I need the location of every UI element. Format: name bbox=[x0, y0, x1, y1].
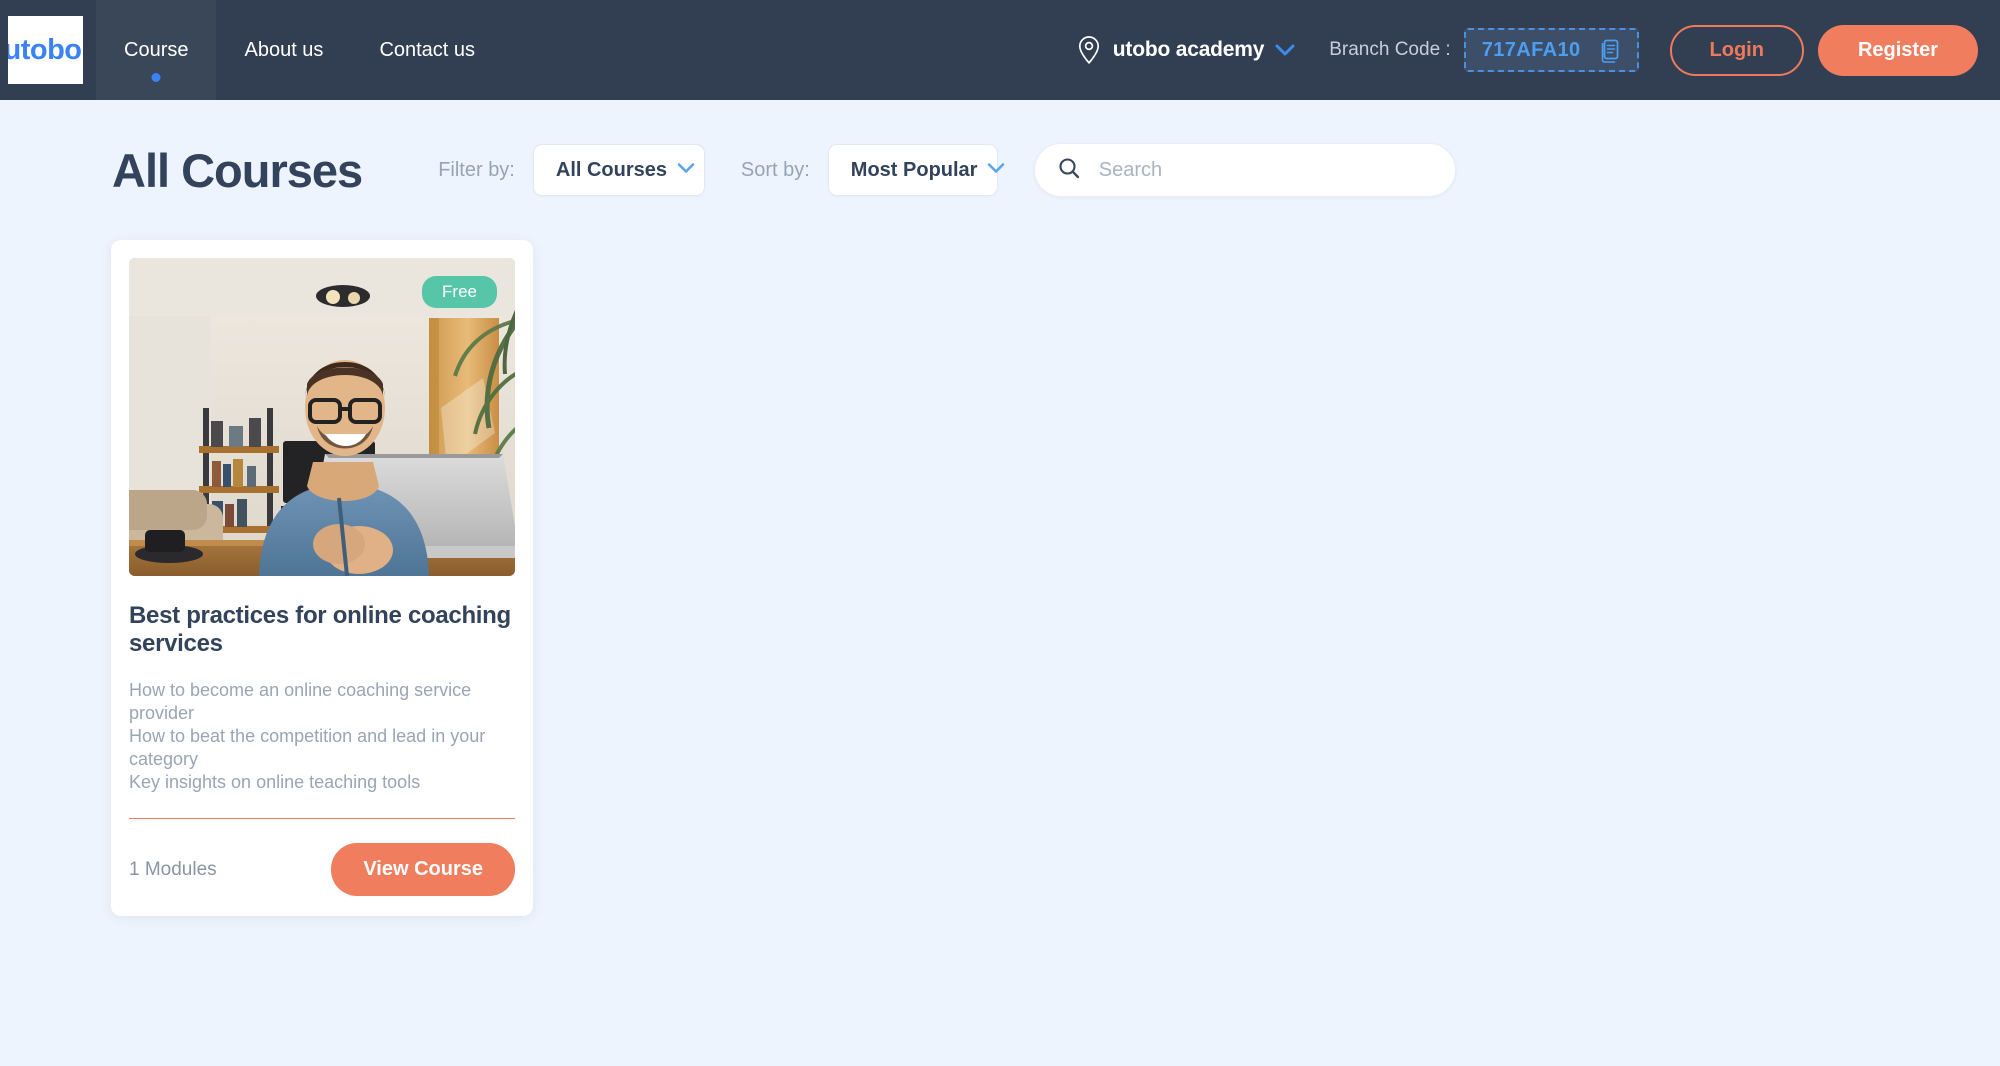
nav-item-course[interactable]: Course bbox=[96, 0, 217, 100]
sort-dropdown-value: Most Popular bbox=[850, 158, 978, 181]
chevron-down-icon[interactable] bbox=[1275, 43, 1295, 57]
nav-item-contact-us[interactable]: Contact us bbox=[351, 0, 503, 100]
nav-item-contact-us-label: Contact us bbox=[379, 38, 476, 61]
card-divider bbox=[129, 818, 515, 820]
search-icon bbox=[1057, 156, 1081, 185]
sort-by-label: Sort by: bbox=[740, 158, 810, 181]
sort-dropdown[interactable]: Most Popular bbox=[827, 144, 1005, 196]
branch-code-label: Branch Code : bbox=[1329, 39, 1451, 60]
copy-document-icon[interactable] bbox=[1599, 37, 1621, 63]
top-navigation-bar: utobo Course About us Contact us utobo a… bbox=[0, 0, 2000, 100]
course-title: Best practices for online coaching servi… bbox=[129, 602, 511, 657]
view-course-button[interactable]: View Course bbox=[331, 843, 515, 897]
branch-code-copy-box[interactable]: 717AFA10 bbox=[1463, 28, 1639, 72]
main-nav: Course About us Contact us bbox=[96, 0, 503, 100]
academy-name: utobo academy bbox=[1112, 38, 1265, 61]
academy-selector[interactable]: utobo academy bbox=[1076, 35, 1295, 65]
course-thumbnail: Free bbox=[129, 258, 515, 576]
chevron-down-icon bbox=[677, 161, 695, 179]
logo-text: utobo bbox=[8, 33, 82, 66]
course-card[interactable]: Free Best practices for online coaching … bbox=[111, 240, 533, 917]
nav-item-about-us-label: About us bbox=[244, 38, 324, 61]
chevron-down-icon bbox=[987, 161, 1005, 179]
filter-dropdown-value: All Courses bbox=[555, 158, 668, 181]
nav-item-course-label: Course bbox=[124, 38, 189, 61]
courses-toolbar: All Courses Filter by: All Courses Sort … bbox=[0, 100, 2000, 240]
course-card-footer: 1 Modules View Course bbox=[129, 843, 515, 897]
search-box[interactable] bbox=[1033, 143, 1456, 197]
branch-code-value: 717AFA10 bbox=[1481, 38, 1581, 61]
login-button[interactable]: Login bbox=[1669, 24, 1804, 76]
course-modules-count: 1 Modules bbox=[129, 858, 217, 880]
filter-dropdown[interactable]: All Courses bbox=[532, 144, 705, 196]
page-title: All Courses bbox=[112, 143, 363, 197]
logo-box: utobo bbox=[8, 16, 83, 84]
location-pin-icon bbox=[1076, 35, 1102, 65]
header-right-cluster: utobo academy Branch Code : 717AFA10 Log… bbox=[1076, 0, 2000, 100]
active-indicator-dot bbox=[151, 73, 161, 82]
course-badge-free: Free bbox=[422, 276, 497, 308]
course-description: How to become an online coaching service… bbox=[129, 680, 486, 793]
nav-item-about-us[interactable]: About us bbox=[216, 0, 351, 100]
register-button[interactable]: Register bbox=[1817, 24, 1978, 76]
auth-buttons: Login Register bbox=[1669, 24, 1978, 76]
search-input[interactable] bbox=[1096, 157, 1433, 183]
logo[interactable]: utobo bbox=[0, 0, 83, 100]
course-grid: Free Best practices for online coaching … bbox=[0, 240, 2000, 917]
filter-by-label: Filter by: bbox=[438, 158, 515, 181]
